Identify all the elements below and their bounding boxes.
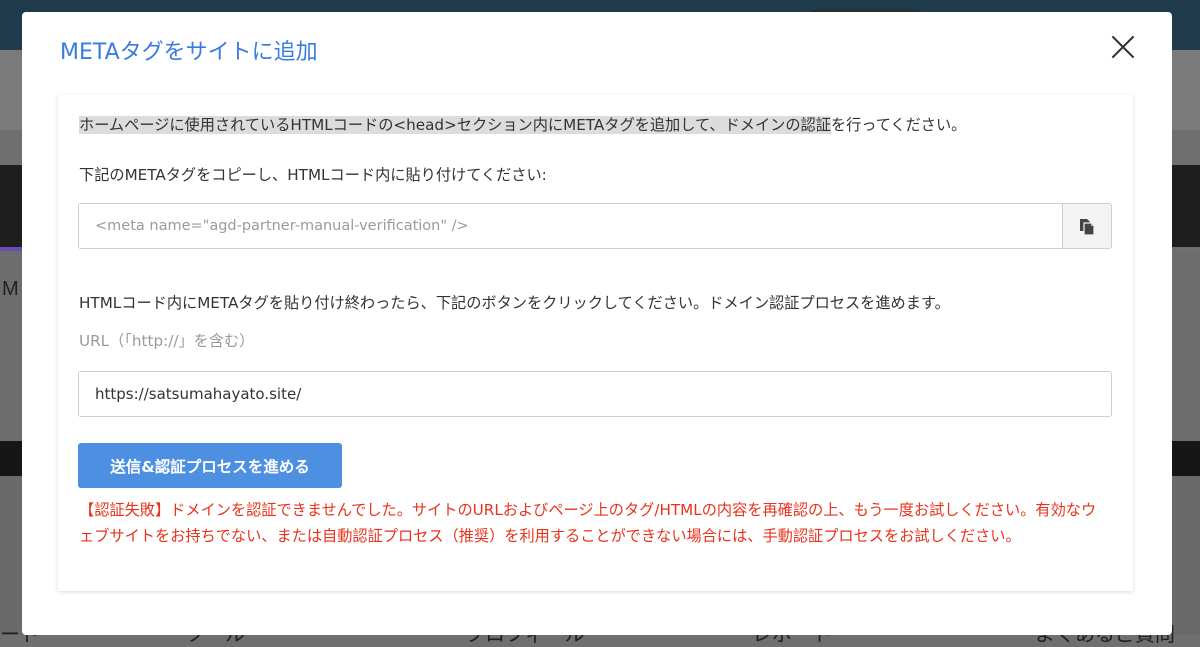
verification-card: ホームページに使用されているHTMLコードの<head>セクション内にMETAタ… (58, 95, 1133, 591)
verification-error-message: 【認証失敗】ドメインを認証できませんでした。サイトのURLおよびページ上のタグ/… (79, 501, 1097, 545)
add-meta-instruction: ホームページに使用されているHTMLコードの<head>セクション内にMETAタ… (79, 115, 966, 135)
highlighted-instruction: ホームページに使用されているHTMLコードの<head>セクション内にMETAタ… (79, 116, 831, 134)
modal-title: METAタグをサイトに追加 (60, 40, 318, 65)
meta-tag-field[interactable] (78, 203, 1062, 249)
instruction-rest: を行ってください。 (830, 116, 967, 134)
url-input[interactable] (78, 371, 1112, 417)
submit-verification-button[interactable]: 送信&認証プロセスを進める (78, 443, 342, 488)
background-letter: M (2, 278, 19, 300)
url-label: URL（「http://」を含む） (79, 332, 255, 350)
copy-button[interactable] (1062, 203, 1112, 249)
copy-instruction: 下記のMETAタグをコピーし、HTMLコード内に貼り付けてください: (79, 166, 547, 184)
copy-icon (1080, 219, 1095, 236)
close-icon[interactable] (1110, 34, 1136, 60)
meta-tag-modal: METAタグをサイトに追加 ホームページに使用されているHTMLコードの<hea… (22, 12, 1172, 635)
after-paste-instruction: HTMLコード内にMETAタグを貼り付け終わったら、下記のボタンをクリックしてく… (79, 294, 950, 312)
